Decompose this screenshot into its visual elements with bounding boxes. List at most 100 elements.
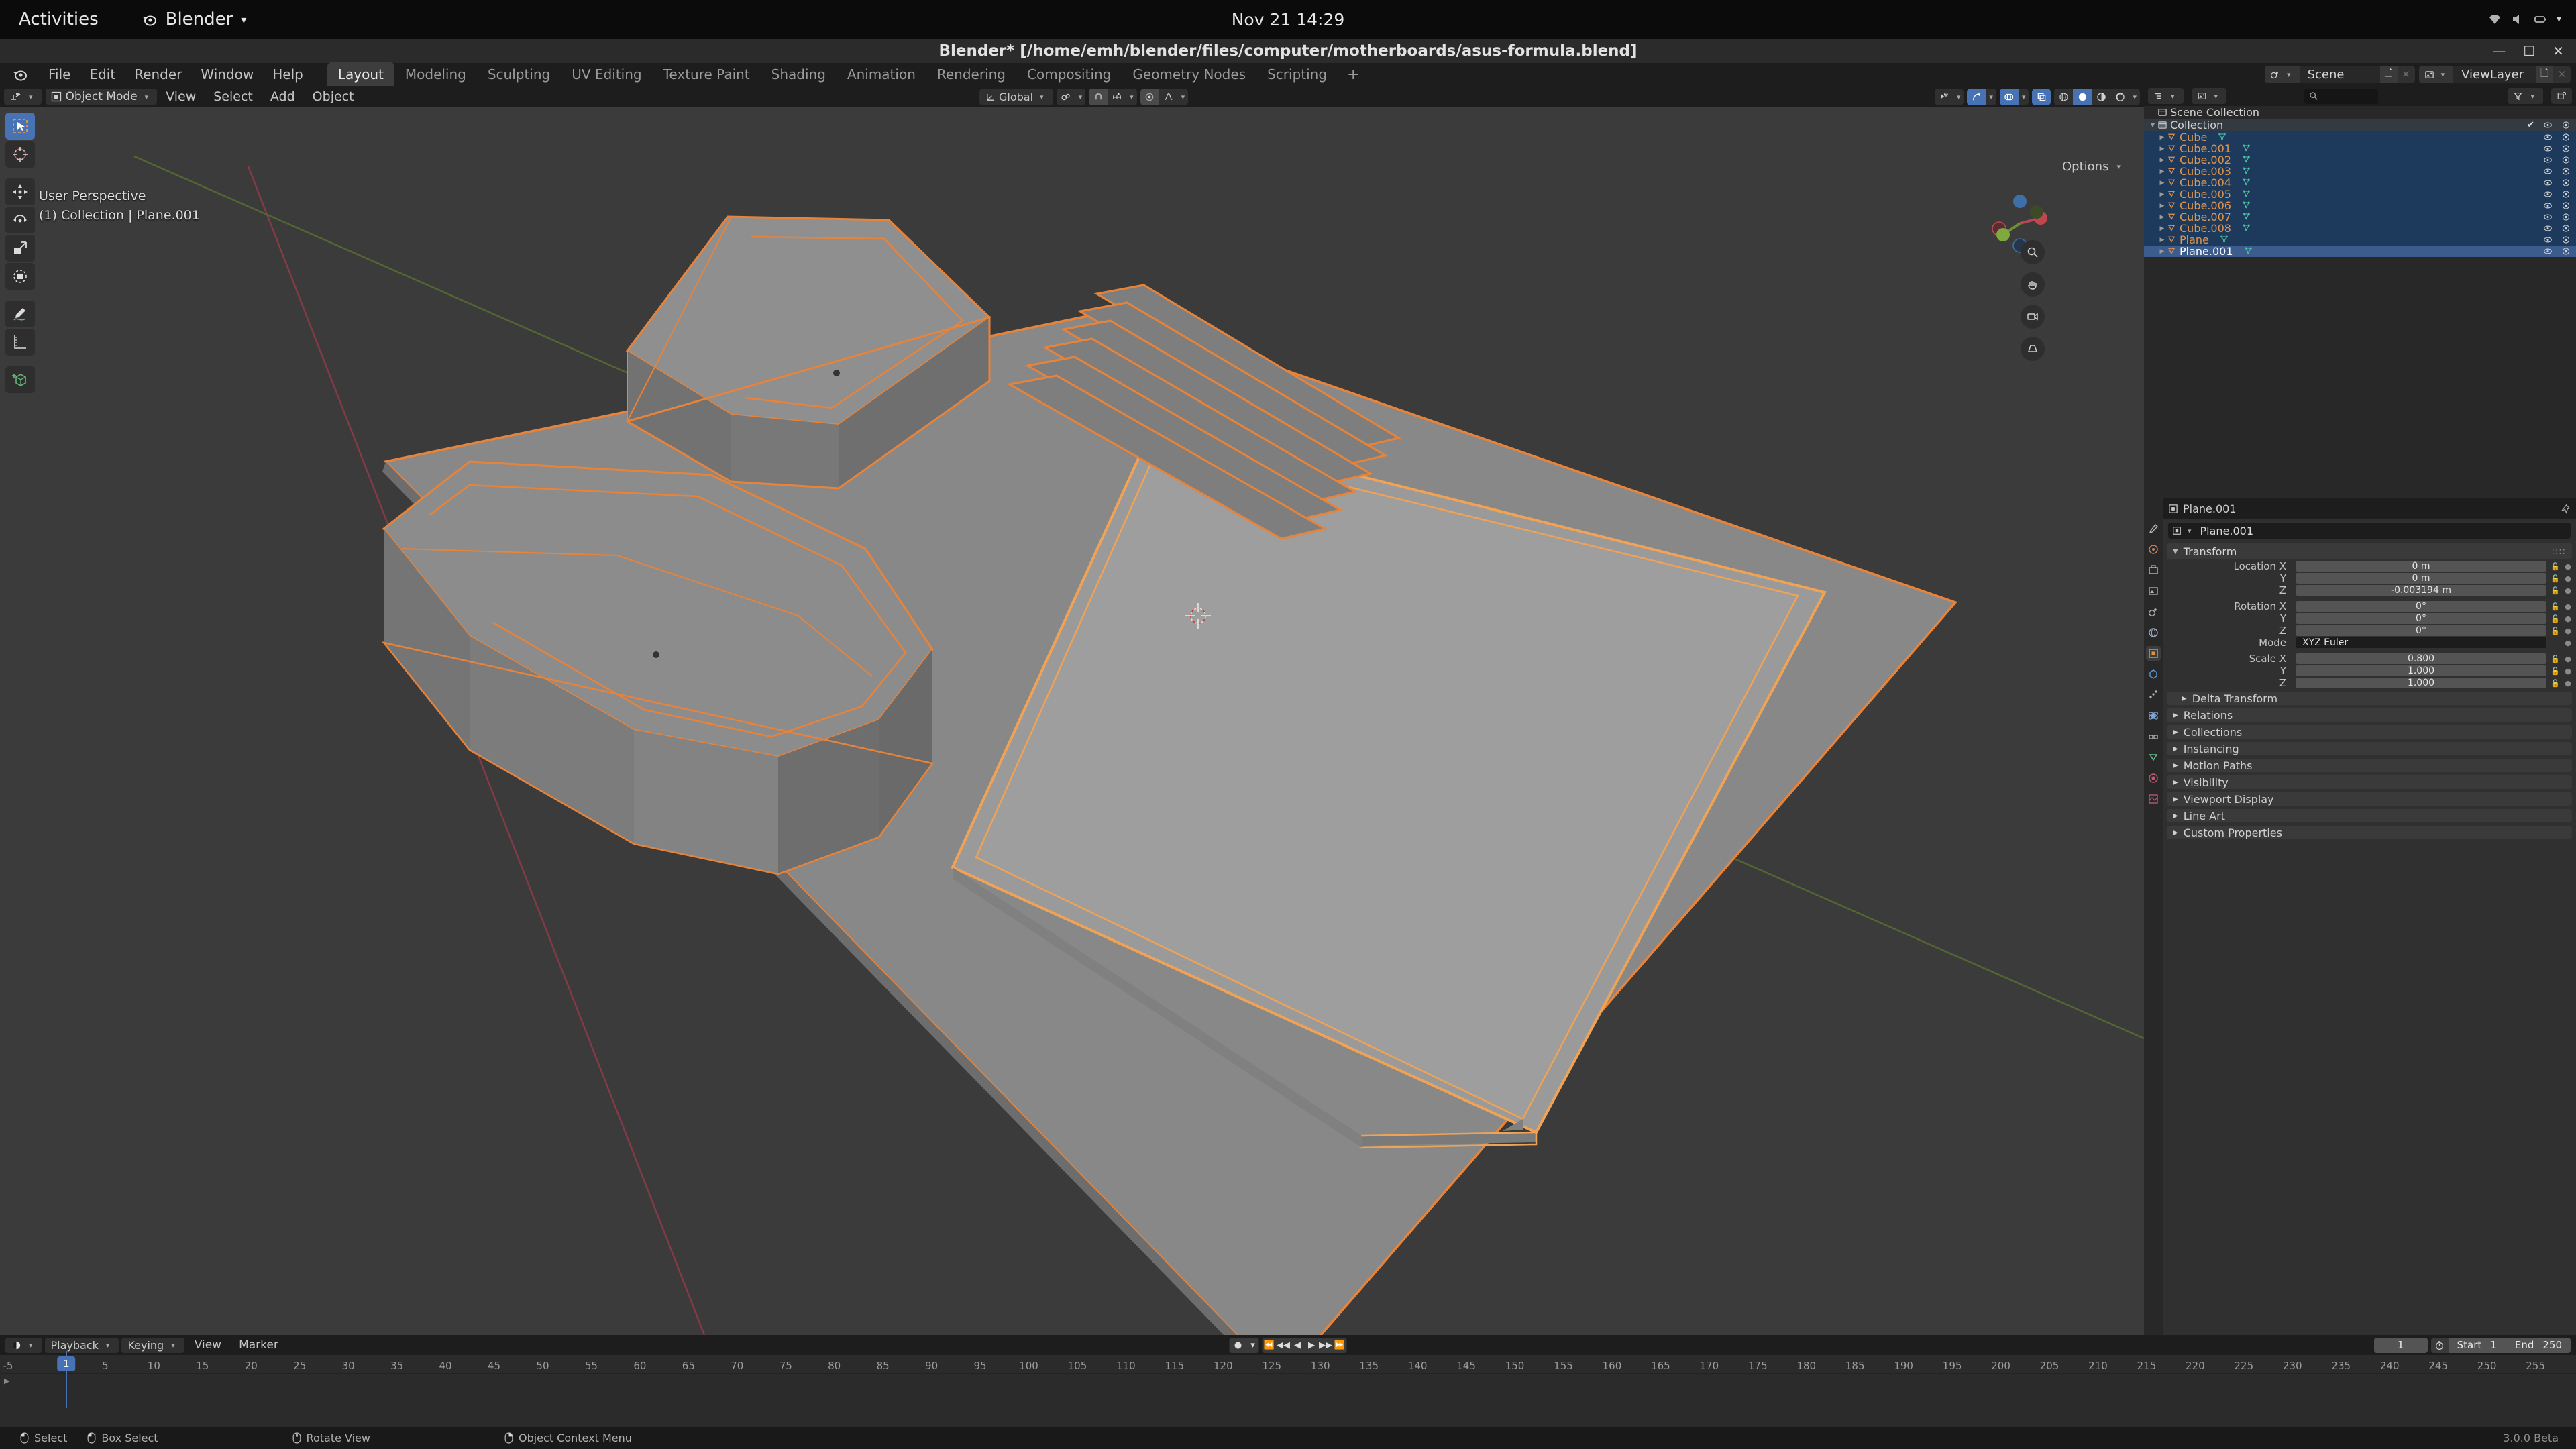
overlays-icon[interactable] [1999, 88, 2019, 105]
animate-dot-icon[interactable]: ● [2564, 574, 2572, 583]
animate-dot-icon[interactable]: ● [2564, 655, 2572, 663]
gizmo-icon[interactable] [1967, 88, 1986, 105]
disclosure-triangle-icon[interactable]: ▶ [2157, 157, 2167, 164]
tab-geometry-nodes[interactable]: Geometry Nodes [1122, 62, 1256, 87]
properties-tab-particles[interactable] [2146, 688, 2161, 702]
outliner-row-object[interactable]: ▶ Cube [2144, 131, 2576, 144]
xray-toggle[interactable] [2032, 88, 2051, 105]
rotation-value[interactable]: 0° [2296, 613, 2546, 624]
property-panel-line-art[interactable]: ▶ Line Art [2167, 809, 2572, 822]
3d-viewport[interactable]: ▾ Object Mode ▾ View Select Add Object G… [0, 86, 2144, 1335]
properties-tab-constraints[interactable] [2146, 729, 2161, 744]
timeline-marker-menu[interactable]: Marker [231, 1337, 286, 1353]
disclosure-triangle-icon[interactable]: ▶ [2157, 214, 2167, 221]
viewlayer-datablock[interactable]: ▾ ViewLayer 🗋 ✕ [2418, 66, 2571, 83]
falloff-curve-icon[interactable] [1159, 89, 1178, 105]
timeline-view-menu[interactable]: View [187, 1337, 229, 1353]
properties-tab-texture[interactable] [2146, 792, 2161, 806]
auto-keying-group[interactable]: ● ▾ [1229, 1337, 1259, 1353]
blender-menu-icon[interactable] [11, 66, 28, 83]
timeline-editor-type-button[interactable]: ▾ [5, 1337, 42, 1353]
navigation-gizmo[interactable] [1983, 186, 2057, 260]
magnet-icon[interactable] [1089, 88, 1108, 105]
lock-icon[interactable]: 🔓 [2551, 574, 2560, 583]
property-panel-viewport-display[interactable]: ▶ Viewport Display [2167, 792, 2572, 806]
camera-render-icon[interactable] [2561, 235, 2571, 244]
camera-render-icon[interactable] [2561, 224, 2571, 233]
properties-tab-world[interactable] [2146, 625, 2161, 640]
remove-viewlayer-button[interactable]: ✕ [2553, 66, 2571, 83]
tool-transform[interactable] [5, 263, 35, 290]
properties-tab-render[interactable] [2146, 542, 2161, 557]
outliner-row-object[interactable]: ▶ Cube.003 [2144, 165, 2576, 178]
properties-tab-data[interactable] [2146, 750, 2161, 765]
lock-icon[interactable]: 🔓 [2551, 586, 2560, 595]
jump-to-start-button[interactable]: ⏪ [1263, 1338, 1277, 1353]
object-datablock-row[interactable]: ▾ Plane.001 [2168, 523, 2571, 539]
camera-render-icon[interactable] [2561, 156, 2571, 164]
eye-icon[interactable] [2543, 156, 2553, 164]
timeline-keyframe-area[interactable]: ▶ [0, 1374, 2576, 1426]
properties-tab-modifiers[interactable] [2146, 667, 2161, 682]
gizmo-controls[interactable]: ▾ [1967, 88, 1996, 105]
outliner-row-object[interactable]: ▶ Cube.004 [2144, 176, 2576, 189]
animate-dot-icon[interactable]: ● [2564, 627, 2572, 635]
property-panel-instancing[interactable]: ▶ Instancing [2167, 742, 2572, 755]
next-keyframe-button[interactable]: ▶▶ [1319, 1338, 1333, 1353]
overlay-controls[interactable]: ▾ [1999, 88, 2029, 105]
ortho-perspective-toggle-icon[interactable] [2021, 337, 2045, 361]
disclosure-triangle-icon[interactable]: ▶ [2157, 248, 2167, 255]
camera-render-icon[interactable] [2561, 167, 2571, 176]
material-shading-icon[interactable] [2092, 89, 2110, 105]
start-frame-field[interactable]: Start 1 [2448, 1337, 2506, 1353]
properties-tab-material[interactable] [2146, 771, 2161, 786]
viewport-menu-object[interactable]: Object [304, 87, 363, 106]
tool-scale[interactable] [5, 235, 35, 262]
eye-icon[interactable] [2543, 247, 2553, 256]
new-collection-button[interactable] [2551, 88, 2572, 104]
lock-icon[interactable]: 🔓 [2551, 602, 2560, 611]
properties-tab-tool[interactable] [2146, 521, 2161, 536]
properties-editor[interactable]: Plane.001 ▾ Plane.001 ▼ Transform :::: L… [2144, 498, 2576, 1335]
eye-icon[interactable] [2543, 235, 2553, 244]
lock-icon[interactable]: 🔓 [2551, 562, 2560, 571]
property-panel-relations[interactable]: ▶ Relations [2167, 708, 2572, 722]
tab-uv-editing[interactable]: UV Editing [561, 62, 652, 87]
system-tray[interactable]: ▾ [2488, 13, 2561, 26]
properties-tab-output[interactable] [2146, 563, 2161, 578]
properties-tab-view-layer[interactable] [2146, 584, 2161, 598]
outliner-display-mode[interactable]: ▾ [2191, 88, 2227, 104]
desktop-clock[interactable]: Nov 21 14:29 [0, 10, 2576, 30]
eye-icon[interactable] [2543, 178, 2553, 187]
outliner-row-object[interactable]: ▶ Cube.006 [2144, 199, 2576, 212]
outliner-editor[interactable]: ▾ ▾ ▾ ▶ [2144, 86, 2576, 498]
camera-render-icon[interactable] [2561, 213, 2571, 221]
transport-buttons[interactable]: ⏪ ◀◀ ◀ ▶ ▶▶ ⏩ [1262, 1337, 1347, 1353]
outliner-search-input[interactable] [2304, 88, 2379, 104]
panel-drag-handle[interactable]: :::: [2551, 547, 2566, 557]
tool-move[interactable] [5, 178, 35, 205]
end-frame-field[interactable]: End 250 [2506, 1337, 2571, 1353]
eye-icon[interactable] [2543, 213, 2553, 221]
menu-help[interactable]: Help [263, 64, 313, 85]
disclosure-triangle-icon[interactable]: ▶ [2157, 146, 2167, 152]
rotation-mode-dropdown[interactable]: XYZ Euler [2296, 637, 2546, 648]
disclosure-triangle-icon[interactable]: ▶ [2157, 237, 2167, 244]
camera-render-icon[interactable] [2561, 133, 2571, 142]
wireframe-shading-icon[interactable] [2054, 89, 2073, 105]
minimize-button[interactable]: — [2492, 43, 2506, 59]
tab-texture-paint[interactable]: Texture Paint [653, 62, 761, 87]
eye-icon[interactable] [2543, 224, 2553, 233]
animate-dot-icon[interactable]: ● [2564, 602, 2572, 611]
rendered-shading-icon[interactable] [2110, 89, 2129, 105]
pivot-point-selector[interactable]: ▾ [1056, 88, 1086, 105]
tool-cursor[interactable] [5, 141, 35, 168]
outliner-row-object[interactable]: ▶ Cube.007 [2144, 211, 2576, 223]
disclosure-triangle-icon[interactable]: ▶ [2157, 225, 2167, 232]
scale-value[interactable]: 1.000 [2296, 678, 2546, 688]
lock-icon[interactable]: 🔓 [2551, 679, 2560, 688]
outliner-row-object[interactable]: ▶ Cube.005 [2144, 188, 2576, 201]
unlink-scene-button[interactable]: ✕ [2397, 66, 2415, 83]
lock-icon[interactable]: 🔓 [2551, 614, 2560, 623]
animate-dot-icon[interactable]: ● [2564, 667, 2572, 676]
